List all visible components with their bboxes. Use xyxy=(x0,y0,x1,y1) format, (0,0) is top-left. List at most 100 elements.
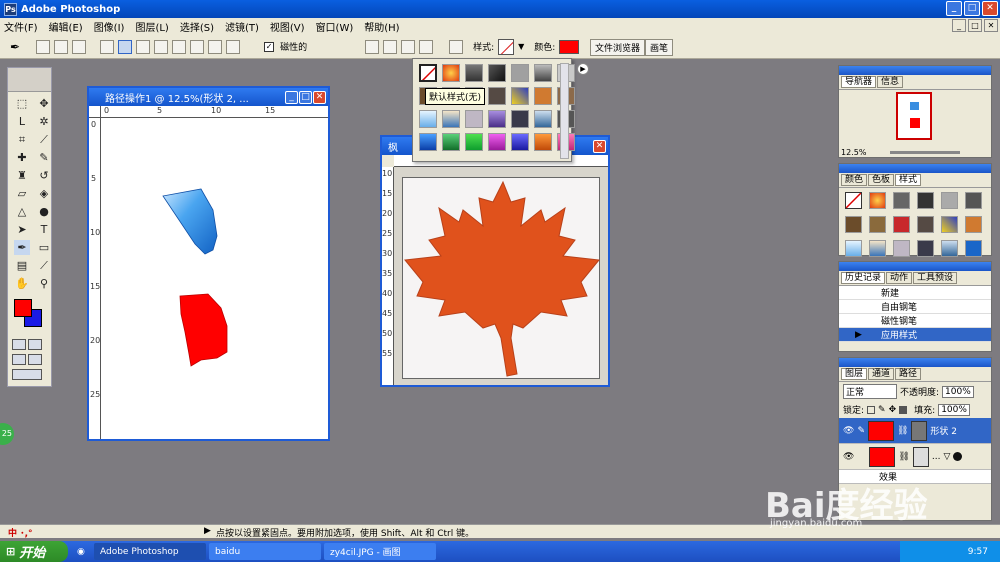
style-swatch[interactable] xyxy=(869,192,886,209)
menu-file[interactable]: 文件(F) xyxy=(4,19,38,34)
combine-mode-exclude[interactable] xyxy=(419,39,434,54)
navigator-preview[interactable] xyxy=(896,92,932,140)
freeform-pen-button[interactable] xyxy=(118,39,133,54)
style-swatch[interactable] xyxy=(941,216,958,233)
start-button[interactable]: ⊞ 开始 xyxy=(0,541,68,562)
tab-actions[interactable]: 动作 xyxy=(886,272,913,284)
doc1-maximize-button[interactable]: □ xyxy=(299,90,312,104)
doc1-titlebar[interactable]: 路径操作1 @ 12.5%(形状 2, ... _ □ ✕ xyxy=(89,88,328,106)
layer-name[interactable]: ... xyxy=(932,452,941,462)
history-item[interactable]: 新建 xyxy=(839,286,991,300)
doc2-close-button[interactable]: ✕ xyxy=(593,140,606,153)
doc1-close-button[interactable]: ✕ xyxy=(313,90,326,104)
combine-mode-add[interactable] xyxy=(365,39,380,54)
eye-icon[interactable]: 👁 xyxy=(843,452,854,462)
lock-all-icon[interactable] xyxy=(899,405,908,414)
menu-image[interactable]: 图像(I) xyxy=(94,19,125,34)
history-item[interactable]: 自由钢笔 xyxy=(839,300,991,314)
chevron-down-icon[interactable]: ▽ xyxy=(943,452,950,462)
fill-pixels-button[interactable] xyxy=(72,39,87,54)
menu-edit[interactable]: 编辑(E) xyxy=(49,19,83,34)
lasso-tool-icon[interactable]: ᒪ xyxy=(14,114,30,129)
zoom-slider[interactable] xyxy=(890,150,961,154)
tab-navigator[interactable]: 导航器 xyxy=(841,76,877,88)
history-brush-icon[interactable]: ↺ xyxy=(36,168,52,183)
doc1-canvas[interactable] xyxy=(101,118,328,439)
well-file-browser[interactable]: 文件浏览器 xyxy=(590,39,646,56)
crop-tool-icon[interactable]: ⌗ xyxy=(14,132,30,147)
style-swatch[interactable] xyxy=(465,64,483,82)
move-tool-icon[interactable]: ✥ xyxy=(36,96,52,111)
doc-close-button[interactable]: ✕ xyxy=(984,19,998,32)
style-swatch[interactable] xyxy=(488,133,506,151)
notes-tool-icon[interactable]: ▤ xyxy=(14,258,30,273)
tab-color[interactable]: 颜色 xyxy=(841,174,868,186)
paths-button[interactable] xyxy=(54,39,69,54)
style-swatch[interactable] xyxy=(845,240,862,257)
healing-brush-icon[interactable]: ✚ xyxy=(14,150,30,165)
tab-history[interactable]: 历史记录 xyxy=(841,272,886,284)
path-select-icon[interactable]: ➤ xyxy=(14,222,30,237)
clock[interactable]: 9:57 xyxy=(968,547,988,557)
clone-stamp-icon[interactable]: ♜ xyxy=(14,168,30,183)
style-none[interactable] xyxy=(845,192,862,209)
style-swatch[interactable] xyxy=(465,133,483,151)
pen-tool-preset-icon[interactable]: ✒ xyxy=(10,40,20,54)
style-none[interactable] xyxy=(419,64,437,82)
navigator-zoom[interactable]: 12.5% xyxy=(841,148,866,157)
layer-row-selected[interactable]: 👁 ✎ ⛓ 形状 2 xyxy=(839,418,991,444)
menu-layer[interactable]: 图层(L) xyxy=(135,19,168,34)
tab-styles[interactable]: 样式 xyxy=(895,174,922,186)
style-swatch[interactable] xyxy=(845,216,862,233)
taskbar-item-baidu[interactable]: baidu xyxy=(209,543,321,560)
blend-mode-select[interactable]: 正常 xyxy=(843,384,897,399)
shape-tool-icon[interactable]: ▭ xyxy=(36,240,52,255)
tab-layers[interactable]: 图层 xyxy=(841,368,868,380)
style-swatch[interactable] xyxy=(917,216,934,233)
rounded-rect-button[interactable] xyxy=(154,39,169,54)
pen-button[interactable] xyxy=(100,39,115,54)
lock-pixels-icon[interactable]: ✎ xyxy=(878,405,886,415)
combine-mode-subtract[interactable] xyxy=(383,39,398,54)
ellipse-button[interactable] xyxy=(172,39,187,54)
layer-row[interactable]: 👁 ⛓ ... ▽ xyxy=(839,444,991,470)
line-button[interactable] xyxy=(208,39,223,54)
style-swatch[interactable] xyxy=(965,192,982,209)
slice-tool-icon[interactable]: ⟋ xyxy=(36,132,52,147)
color-swatch[interactable] xyxy=(559,39,580,54)
style-swatch[interactable] xyxy=(442,110,460,128)
menu-filter[interactable]: 滤镜(T) xyxy=(225,19,259,34)
taskbar-item-paint[interactable]: zy4cil.JPG - 画图 xyxy=(324,543,436,560)
style-swatch[interactable] xyxy=(534,133,552,151)
style-swatch[interactable] xyxy=(511,110,529,128)
ime-indicator[interactable]: 中 ･,° xyxy=(8,526,33,539)
menu-view[interactable]: 视图(V) xyxy=(270,19,305,34)
link-icon[interactable] xyxy=(449,39,464,54)
jump-to-imageready-icon[interactable] xyxy=(12,369,42,380)
pen-tool-icon[interactable]: ✒ xyxy=(14,240,30,255)
eyedropper-icon[interactable]: ⟋ xyxy=(36,258,52,273)
style-swatch[interactable] xyxy=(488,110,506,128)
lock-position-icon[interactable]: ✥ xyxy=(889,405,897,415)
tab-channels[interactable]: 通道 xyxy=(868,368,895,380)
style-swatch[interactable] xyxy=(511,133,529,151)
chevron-down-icon[interactable]: ▼ xyxy=(518,42,524,51)
flyout-menu-arrow-icon[interactable]: ▶ xyxy=(577,63,589,75)
standard-mode-icon[interactable] xyxy=(12,339,26,350)
style-swatch[interactable] xyxy=(442,133,460,151)
menu-window[interactable]: 窗口(W) xyxy=(316,19,354,34)
style-swatch[interactable] xyxy=(488,87,506,105)
style-swatch[interactable] xyxy=(465,110,483,128)
shape-layers-button[interactable] xyxy=(36,39,51,54)
dodge-tool-icon[interactable]: ● xyxy=(36,204,52,219)
hand-tool-icon[interactable]: ✋ xyxy=(14,276,30,291)
screen-mode-2-icon[interactable] xyxy=(28,354,42,365)
style-swatch[interactable] xyxy=(419,133,437,151)
opacity-input[interactable]: 100% xyxy=(942,385,974,398)
style-swatch[interactable] xyxy=(893,240,910,257)
brush-tool-icon[interactable]: ✎ xyxy=(36,150,52,165)
menu-help[interactable]: 帮助(H) xyxy=(364,19,399,34)
style-swatch[interactable] xyxy=(893,216,910,233)
style-swatch[interactable] xyxy=(534,87,552,105)
style-swatch[interactable] xyxy=(869,216,886,233)
